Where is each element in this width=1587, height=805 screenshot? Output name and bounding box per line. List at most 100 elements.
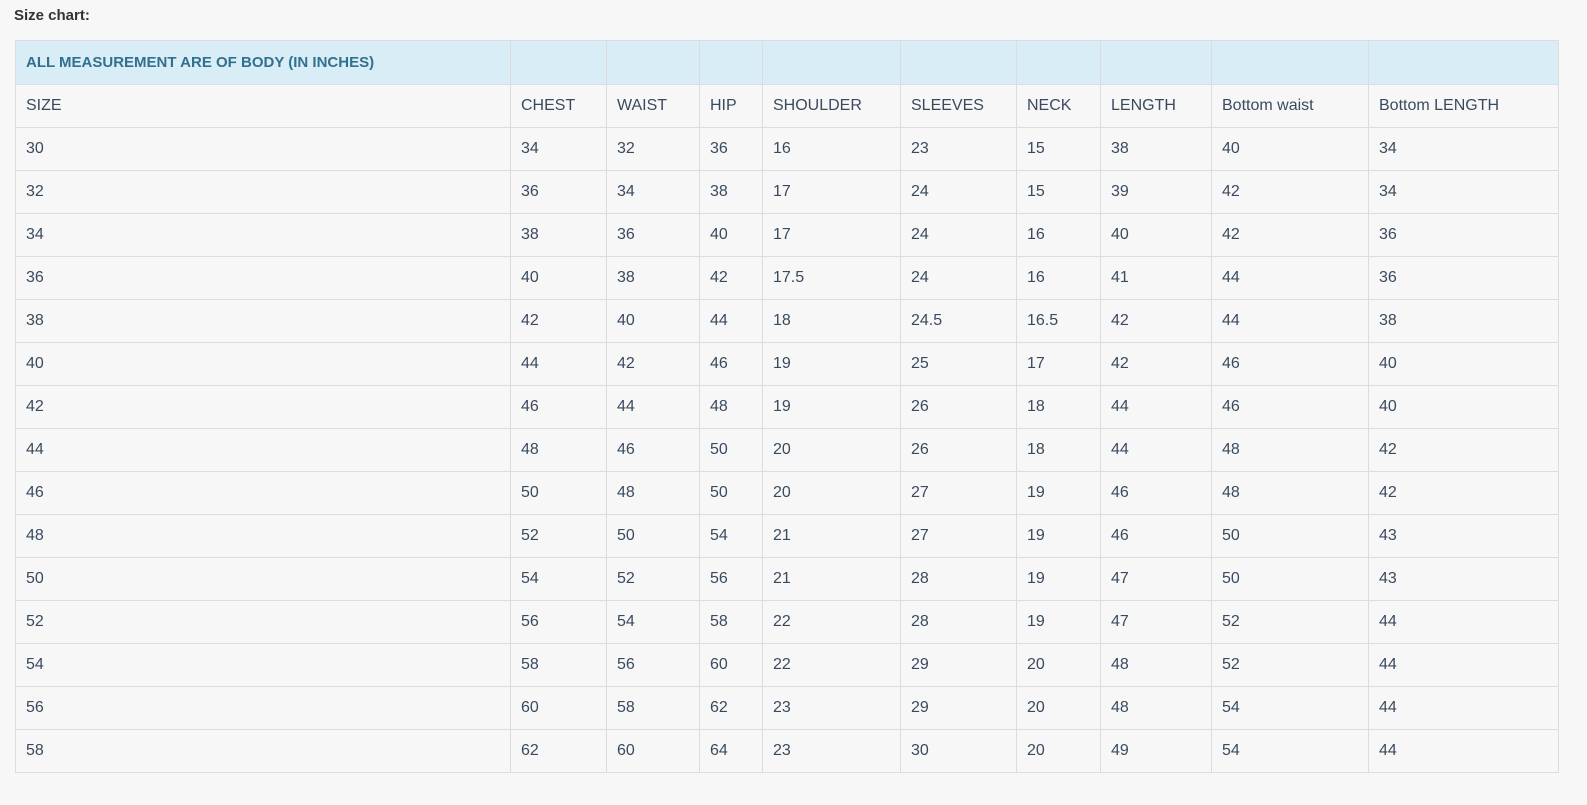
size-cell: 54 xyxy=(15,643,511,687)
table-banner-row: ALL MEASUREMENT ARE OF BODY (IN INCHES) xyxy=(15,40,1559,85)
measurement-cell: 24.5 xyxy=(900,299,1017,343)
measurement-cell: 21 xyxy=(762,557,901,601)
measurement-cell: 23 xyxy=(900,127,1017,171)
measurement-cell: 40 xyxy=(510,256,607,300)
measurement-cell: 42 xyxy=(1100,299,1212,343)
measurement-cell: 58 xyxy=(699,600,763,644)
measurement-cell: 42 xyxy=(1211,170,1369,214)
table-row: 44 48 46 50 20 26 18 44 48 42 xyxy=(15,428,1559,472)
measurement-cell: 43 xyxy=(1368,514,1559,558)
column-header: Bottom LENGTH xyxy=(1368,84,1559,128)
measurement-cell: 17 xyxy=(762,170,901,214)
measurement-cell: 54 xyxy=(1211,686,1369,730)
measurement-cell: 50 xyxy=(1211,514,1369,558)
measurement-cell: 46 xyxy=(1100,471,1212,515)
measurement-cell: 41 xyxy=(1100,256,1212,300)
measurement-cell: 48 xyxy=(510,428,607,472)
measurement-cell: 44 xyxy=(1368,643,1559,687)
measurement-cell: 20 xyxy=(1016,686,1101,730)
measurement-cell: 23 xyxy=(762,686,901,730)
table-row: 34 38 36 40 17 24 16 40 42 36 xyxy=(15,213,1559,257)
measurement-cell: 46 xyxy=(606,428,700,472)
size-cell: 40 xyxy=(15,342,511,386)
measurement-cell: 29 xyxy=(900,643,1017,687)
measurement-cell: 34 xyxy=(510,127,607,171)
measurement-cell: 18 xyxy=(1016,428,1101,472)
measurement-cell: 40 xyxy=(1368,342,1559,386)
column-header: SLEEVES xyxy=(900,84,1017,128)
measurement-cell: 52 xyxy=(1211,643,1369,687)
measurement-cell: 38 xyxy=(699,170,763,214)
measurement-cell: 44 xyxy=(606,385,700,429)
measurement-cell: 50 xyxy=(510,471,607,515)
measurement-cell: 44 xyxy=(1368,729,1559,773)
measurement-cell: 40 xyxy=(1100,213,1212,257)
measurement-cell: 44 xyxy=(1100,428,1212,472)
measurement-cell: 36 xyxy=(510,170,607,214)
table-banner-cell xyxy=(510,40,607,85)
measurement-cell: 56 xyxy=(606,643,700,687)
table-row: 36 40 38 42 17.5 24 16 41 44 36 xyxy=(15,256,1559,300)
measurement-cell: 54 xyxy=(699,514,763,558)
measurement-cell: 42 xyxy=(510,299,607,343)
column-header: SIZE xyxy=(15,84,511,128)
measurement-cell: 44 xyxy=(510,342,607,386)
measurement-cell: 56 xyxy=(699,557,763,601)
measurement-cell: 38 xyxy=(510,213,607,257)
measurement-cell: 28 xyxy=(900,557,1017,601)
measurement-cell: 42 xyxy=(699,256,763,300)
measurement-cell: 48 xyxy=(1100,686,1212,730)
size-cell: 42 xyxy=(15,385,511,429)
measurement-cell: 24 xyxy=(900,256,1017,300)
measurement-cell: 26 xyxy=(900,385,1017,429)
measurement-cell: 17 xyxy=(762,213,901,257)
measurement-cell: 46 xyxy=(1211,342,1369,386)
size-chart-title: Size chart: xyxy=(14,7,90,24)
measurement-cell: 34 xyxy=(1368,170,1559,214)
measurement-cell: 42 xyxy=(1368,428,1559,472)
table-banner-cell xyxy=(1100,40,1212,85)
measurement-cell: 62 xyxy=(699,686,763,730)
table-row: 54 58 56 60 22 29 20 48 52 44 xyxy=(15,643,1559,687)
measurement-cell: 50 xyxy=(699,471,763,515)
measurement-cell: 46 xyxy=(510,385,607,429)
measurement-cell: 46 xyxy=(1100,514,1212,558)
table-body: 30 34 32 36 16 23 15 38 40 34 32 36 34 38 17 24 15 39 42 34… xyxy=(15,127,1559,773)
column-header: Bottom waist xyxy=(1211,84,1369,128)
table-row: 48 52 50 54 21 27 19 46 50 43 xyxy=(15,514,1559,558)
measurement-cell: 44 xyxy=(1211,299,1369,343)
measurement-cell: 50 xyxy=(606,514,700,558)
measurement-cell: 16 xyxy=(762,127,901,171)
measurement-cell: 42 xyxy=(1100,342,1212,386)
measurement-cell: 38 xyxy=(1100,127,1212,171)
measurement-cell: 44 xyxy=(699,299,763,343)
measurement-cell: 19 xyxy=(1016,471,1101,515)
size-cell: 48 xyxy=(15,514,511,558)
measurement-cell: 16 xyxy=(1016,256,1101,300)
measurement-cell: 20 xyxy=(762,471,901,515)
measurement-cell: 19 xyxy=(1016,600,1101,644)
size-cell: 44 xyxy=(15,428,511,472)
measurement-cell: 24 xyxy=(900,170,1017,214)
measurement-cell: 42 xyxy=(1368,471,1559,515)
measurement-cell: 52 xyxy=(1211,600,1369,644)
measurement-cell: 18 xyxy=(1016,385,1101,429)
column-header: SHOULDER xyxy=(762,84,901,128)
column-header: WAIST xyxy=(606,84,700,128)
size-cell: 30 xyxy=(15,127,511,171)
measurement-cell: 25 xyxy=(900,342,1017,386)
measurement-cell: 60 xyxy=(510,686,607,730)
measurement-cell: 44 xyxy=(1100,385,1212,429)
table-row: 38 42 40 44 18 24.5 16.5 42 44 38 xyxy=(15,299,1559,343)
measurement-cell: 48 xyxy=(606,471,700,515)
measurement-cell: 44 xyxy=(1368,686,1559,730)
table-banner-cell xyxy=(1368,40,1559,85)
measurement-cell: 48 xyxy=(699,385,763,429)
measurement-cell: 24 xyxy=(900,213,1017,257)
size-cell: 56 xyxy=(15,686,511,730)
size-cell: 34 xyxy=(15,213,511,257)
measurement-cell: 20 xyxy=(762,428,901,472)
column-header: LENGTH xyxy=(1100,84,1212,128)
measurement-cell: 15 xyxy=(1016,170,1101,214)
measurement-cell: 17.5 xyxy=(762,256,901,300)
